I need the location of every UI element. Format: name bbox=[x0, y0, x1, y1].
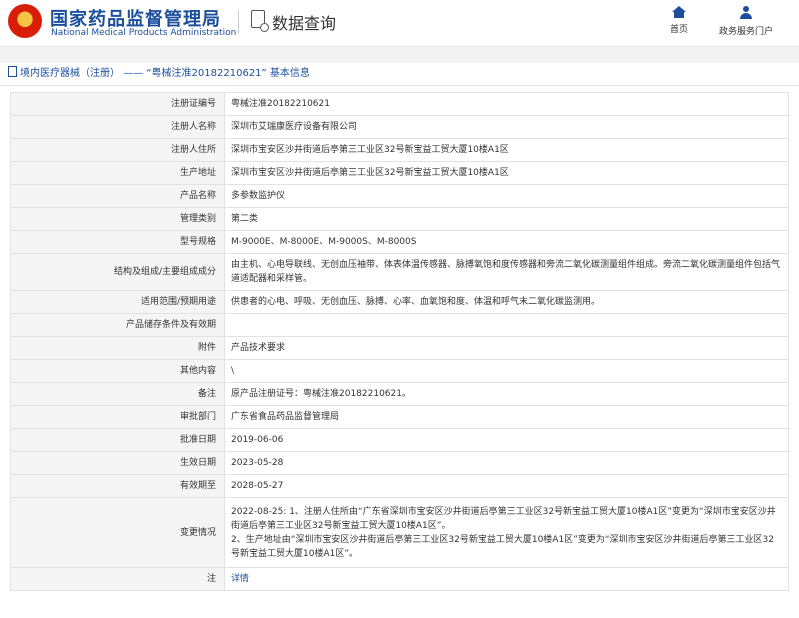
breadcrumb-category[interactable]: 境内医疗器械（注册） bbox=[20, 68, 120, 79]
breadcrumb-record: “粤械注准20182210621” bbox=[146, 68, 267, 79]
breadcrumb: 境内医疗器械（注册） —— “粤械注准20182210621” 基本信息 bbox=[0, 63, 799, 86]
detail-label: 变更情况 bbox=[10, 497, 225, 568]
user-icon bbox=[739, 6, 753, 20]
detail-value: 深圳市宝安区沙井街道后亭第三工业区32号新宝益工贸大厦10楼A1区 bbox=[224, 138, 789, 162]
detail-label: 批准日期 bbox=[10, 428, 225, 452]
detail-value: 详情 bbox=[224, 567, 789, 591]
detail-row: 注册人名称 深圳市艾瑞康医疗设备有限公司 bbox=[10, 115, 789, 139]
breadcrumb-suffix: 基本信息 bbox=[269, 68, 310, 79]
detail-value: 2028-05-27 bbox=[224, 474, 789, 498]
spacer bbox=[0, 47, 799, 63]
detail-label: 备注 bbox=[10, 382, 225, 406]
detail-label: 适用范围/预期用途 bbox=[10, 290, 225, 314]
detail-row: 产品名称 多参数监护仪 bbox=[10, 184, 789, 208]
detail-row: 生产地址 深圳市宝安区沙井街道后亭第三工业区32号新宝益工贸大厦10楼A1区 bbox=[10, 161, 789, 185]
detail-value: 2019-06-06 bbox=[224, 428, 789, 452]
detail-value: 广东省食品药品监督管理局 bbox=[224, 405, 789, 429]
header-divider bbox=[238, 10, 239, 34]
detail-value: M-9000E、M-8000E、M-9000S、M-8000S bbox=[224, 230, 789, 254]
detail-label: 注册证编号 bbox=[10, 92, 225, 116]
detail-value: 供患者的心电、呼吸、无创血压、脉搏、心率、血氧饱和度、体温和呼气末二氧化碳监测用… bbox=[224, 290, 789, 314]
detail-row: 审批部门 广东省食品药品监督管理局 bbox=[10, 405, 789, 429]
detail-value: 第二类 bbox=[224, 207, 789, 231]
nav-home[interactable]: 首页 bbox=[664, 6, 694, 35]
document-icon bbox=[8, 66, 17, 77]
detail-value: 深圳市宝安区沙井街道后亭第三工业区32号新宝益工贸大厦10楼A1区 bbox=[224, 161, 789, 185]
detail-label: 管理类别 bbox=[10, 207, 225, 231]
detail-label: 其他内容 bbox=[10, 359, 225, 383]
detail-label: 附件 bbox=[10, 336, 225, 360]
detail-label: 产品名称 bbox=[10, 184, 225, 208]
details-link[interactable]: 详情 bbox=[231, 574, 249, 584]
detail-value: 粤械注准20182210621 bbox=[224, 92, 789, 116]
detail-value: 2022-08-25: 1、注册人住所由“广东省深圳市宝安区沙井街道后亭第三工业… bbox=[224, 497, 789, 568]
detail-panel: 注册证编号 粤械注准20182210621 注册人名称 深圳市艾瑞康医疗设备有限公司注… bbox=[0, 86, 799, 591]
detail-row: 有效期至 2028-05-27 bbox=[10, 474, 789, 498]
detail-row: 注册人住所 深圳市宝安区沙井街道后亭第三工业区32号新宝益工贸大厦10楼A1区 bbox=[10, 138, 789, 162]
detail-row: 生效日期 2023-05-28 bbox=[10, 451, 789, 475]
detail-label: 结构及组成/主要组成成分 bbox=[10, 253, 225, 291]
detail-row: 注详情 bbox=[10, 567, 789, 591]
detail-row: 备注 原产品注册证号：粤械注准20182210621。 bbox=[10, 382, 789, 406]
national-emblem-icon: ★ bbox=[8, 4, 42, 38]
detail-label: 审批部门 bbox=[10, 405, 225, 429]
detail-label: 注册人名称 bbox=[10, 115, 225, 139]
brand-name-en[interactable]: National Medical Products Administration bbox=[51, 28, 236, 38]
home-icon bbox=[672, 6, 686, 18]
detail-row: 变更情况 2022-08-25: 1、注册人住所由“广东省深圳市宝安区沙井街道后亭… bbox=[10, 497, 789, 568]
detail-label: 注 bbox=[10, 567, 225, 591]
nav-home-label: 首页 bbox=[669, 25, 688, 35]
detail-value: 2023-05-28 bbox=[224, 451, 789, 475]
detail-value: \ bbox=[224, 359, 789, 383]
nav-service-portal[interactable]: 政务服务门户 bbox=[712, 6, 780, 37]
detail-value: 深圳市艾瑞康医疗设备有限公司 bbox=[224, 115, 789, 139]
detail-value: 多参数监护仪 bbox=[224, 184, 789, 208]
detail-value: 产品技术要求 bbox=[224, 336, 789, 360]
detail-row: 型号规格 M-9000E、M-8000E、M-9000S、M-8000S bbox=[10, 230, 789, 254]
detail-label: 生产地址 bbox=[10, 161, 225, 185]
detail-row: 其他内容 \ bbox=[10, 359, 789, 383]
site-header: ★ 国家药品监督管理局 National Medical Products Ad… bbox=[0, 0, 799, 47]
detail-value: 原产品注册证号：粤械注准20182210621。 bbox=[224, 382, 789, 406]
detail-value: 由主机、心电导联线、无创血压袖带、体表体温传感器、脉搏氧饱和度传感器和旁流二氧化… bbox=[224, 253, 789, 291]
nav-portal-label: 政务服务门户 bbox=[718, 27, 773, 37]
detail-row: 结构及组成/主要组成成分 由主机、心电导联线、无创血压袖带、体表体温传感器、脉搏氧… bbox=[10, 253, 789, 291]
detail-row: 产品储存条件及有效期 bbox=[10, 313, 789, 337]
detail-row: 注册证编号 粤械注准20182210621 bbox=[10, 92, 789, 116]
section-title: 数据查询 bbox=[272, 14, 337, 33]
detail-value bbox=[224, 313, 789, 337]
detail-label: 生效日期 bbox=[10, 451, 225, 475]
detail-row: 管理类别 第二类 bbox=[10, 207, 789, 231]
detail-row: 批准日期 2019-06-06 bbox=[10, 428, 789, 452]
detail-table: 注册证编号 粤械注准20182210621 注册人名称 深圳市艾瑞康医疗设备有限公司注… bbox=[10, 92, 789, 591]
data-query-icon bbox=[251, 10, 269, 32]
detail-label: 型号规格 bbox=[10, 230, 225, 254]
detail-label: 注册人住所 bbox=[10, 138, 225, 162]
detail-row: 附件 产品技术要求 bbox=[10, 336, 789, 360]
breadcrumb-separator: —— bbox=[123, 68, 144, 79]
detail-label: 产品储存条件及有效期 bbox=[10, 313, 225, 337]
detail-row: 适用范围/预期用途 供患者的心电、呼吸、无创血压、脉搏、心率、血氧饱和度、体温和呼… bbox=[10, 290, 789, 314]
detail-label: 有效期至 bbox=[10, 474, 225, 498]
